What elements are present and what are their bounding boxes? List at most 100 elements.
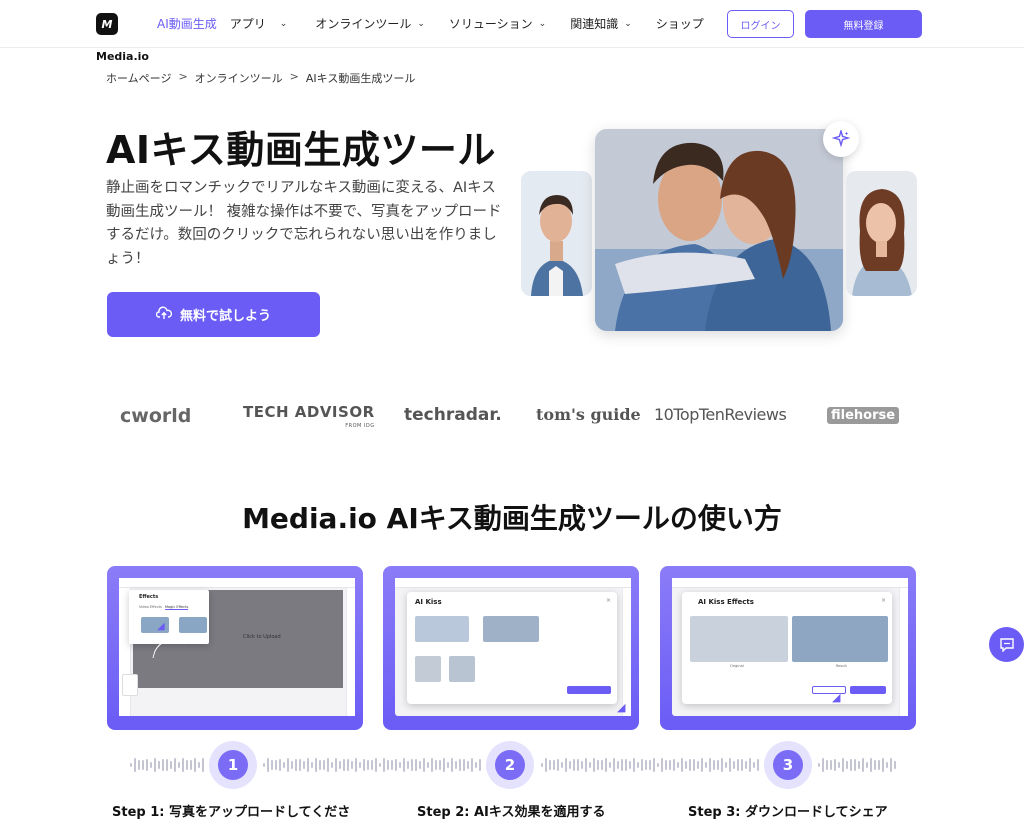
how-to-title: Media.io AIキス動画生成ツールの使い方 <box>242 502 782 535</box>
wave-bar <box>593 758 595 772</box>
breadcrumb: ホームページ > オンラインツール > AIキス動画生成ツール <box>106 70 415 86</box>
wave-bar <box>577 759 579 771</box>
app-topbar <box>395 578 631 588</box>
wave-bar <box>846 761 848 769</box>
app-topbar <box>672 578 908 588</box>
wave-bar <box>693 759 695 771</box>
mediaio-logo-icon[interactable]: M <box>96 13 118 35</box>
app-sidebar <box>622 588 631 716</box>
try-free-button[interactable]: 無料で試しよう <box>107 292 320 337</box>
wave-bar <box>263 763 265 767</box>
nav-knowledge[interactable]: 関連知識 ⌄ <box>570 15 632 32</box>
wave-bar <box>427 762 429 768</box>
wave-bar <box>395 758 397 772</box>
wave-bar <box>597 759 599 771</box>
step-3-badge: 3 <box>764 741 812 789</box>
photo-thumb[interactable] <box>415 616 469 642</box>
wave-bar <box>725 762 727 768</box>
chevron-down-icon: ⌄ <box>417 18 425 29</box>
cloud-upload-icon <box>155 306 173 324</box>
wave-bar <box>737 759 739 771</box>
wave-bar <box>709 758 711 772</box>
wave-bar <box>371 760 373 770</box>
wave-bar <box>267 758 269 772</box>
wave-bar <box>435 759 437 771</box>
wave-bar <box>459 759 461 771</box>
cursor-icon: ◢ <box>617 701 626 714</box>
wave-bar <box>733 760 735 770</box>
nav-online-tools[interactable]: オンラインツール ⌄ <box>315 15 425 32</box>
effect-thumb[interactable] <box>179 617 207 633</box>
tab-magic-effects[interactable]: Magic Effects <box>165 605 189 610</box>
press-logo-toptenreviews: 10TopTenReviews <box>654 405 787 424</box>
hero-image-woman <box>846 171 917 296</box>
close-icon[interactable]: × <box>606 597 611 604</box>
wave-bar <box>351 761 353 769</box>
wave-bar <box>645 759 647 771</box>
person-thumb[interactable] <box>415 656 441 682</box>
wave-bar <box>471 758 473 772</box>
wave-bar <box>375 758 377 772</box>
regenerate-button[interactable] <box>812 686 846 694</box>
wave-bar <box>838 761 840 769</box>
wave-bar <box>713 759 715 771</box>
wave-bar <box>283 761 285 769</box>
wave-bar <box>391 759 393 771</box>
wave-bar <box>150 761 152 769</box>
close-icon[interactable]: × <box>881 597 886 604</box>
breadcrumb-online-tools[interactable]: オンラインツール <box>195 70 283 86</box>
audio-wave-decoration <box>818 758 896 772</box>
wave-bar <box>327 758 329 772</box>
person-thumb[interactable] <box>449 656 475 682</box>
chat-support-button[interactable] <box>989 627 1024 662</box>
login-button[interactable]: ログイン <box>727 10 794 38</box>
wave-bar <box>323 759 325 771</box>
wave-bar <box>870 758 872 772</box>
wave-bar <box>291 761 293 769</box>
site-header: M AI動画生成 アプリ ⌄ オンラインツール ⌄ ソリューション ⌄ 関連知識… <box>0 0 1024 48</box>
step-3-card: AI Kiss Effects × Original Result ◢ <box>660 566 916 730</box>
nav-ai-video[interactable]: AI動画生成 <box>157 15 217 32</box>
wave-bar <box>569 761 571 769</box>
wave-bar <box>279 758 281 772</box>
wave-bar <box>479 758 481 772</box>
press-logo-toms-guide: tom's guide <box>536 405 641 424</box>
breadcrumb-separator: > <box>178 70 188 83</box>
wave-bar <box>894 760 896 770</box>
step-2-label: Step 2: AIキス効果を適用する <box>417 805 606 820</box>
download-button[interactable] <box>850 686 886 694</box>
wave-bar <box>387 760 389 770</box>
wave-bar <box>202 758 204 772</box>
breadcrumb-current: AIキス動画生成ツール <box>305 72 416 85</box>
nav-apps[interactable]: アプリ ⌄ <box>230 15 288 32</box>
wave-bar <box>621 759 623 771</box>
cursor-icon: ◢ <box>157 621 165 632</box>
wave-bar <box>681 758 683 772</box>
main-nav: AI動画生成 アプリ ⌄ オンラインツール ⌄ ソリューション ⌄ 関連知識 ⌄… <box>157 15 704 32</box>
nav-knowledge-label: 関連知識 <box>570 17 619 31</box>
wave-bar <box>182 758 184 772</box>
wave-bar <box>617 760 619 770</box>
wave-bar <box>753 761 755 769</box>
step-2-screenshot: AI Kiss × ◢ <box>395 578 631 716</box>
tab-video-effects[interactable]: Video Effects <box>139 605 162 609</box>
step-3-label: Step 3: ダウンロードしてシェア <box>688 805 888 820</box>
signup-button[interactable]: 無料登録 <box>805 10 922 38</box>
nav-shop[interactable]: ショップ <box>656 15 704 32</box>
generate-button[interactable] <box>567 686 611 694</box>
photo-thumb[interactable] <box>483 616 539 642</box>
chat-icon <box>999 637 1014 652</box>
ai-kiss-effects-title: AI Kiss Effects <box>698 598 754 606</box>
nav-online-tools-label: オンラインツール <box>315 17 412 31</box>
breadcrumb-home[interactable]: ホームページ <box>106 70 171 86</box>
wave-bar <box>315 758 317 772</box>
chevron-down-icon: ⌄ <box>279 18 288 29</box>
wave-bar <box>589 762 591 768</box>
press-logo-tech-advisor: TECH ADVISOR FROM IDG <box>243 405 375 433</box>
audio-wave-decoration <box>263 758 481 772</box>
nav-solutions[interactable]: ソリューション ⌄ <box>449 15 546 32</box>
wave-bar <box>657 763 659 767</box>
magic-tool-button[interactable] <box>122 674 138 696</box>
wave-bar <box>359 761 361 769</box>
brand-name: Media.io <box>96 50 149 63</box>
